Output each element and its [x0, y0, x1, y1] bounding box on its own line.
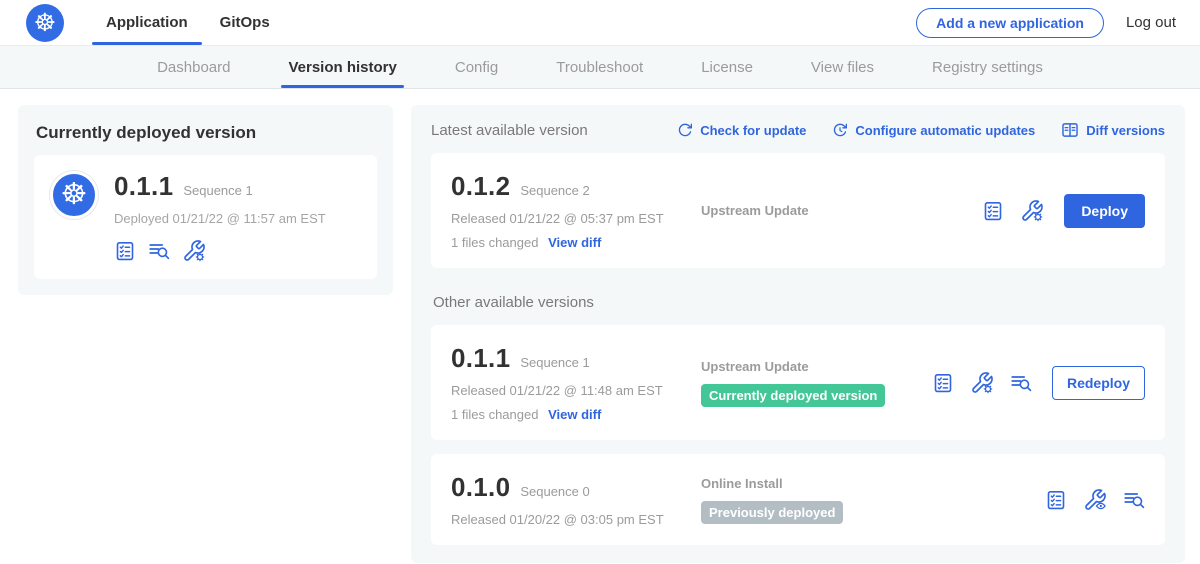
tab-gitops-label: GitOps	[220, 14, 270, 31]
currently-deployed-title: Currently deployed version	[36, 123, 377, 143]
edit-config-button[interactable]	[1020, 199, 1044, 223]
version-source: Upstream Update	[701, 359, 932, 374]
wrench-gear-icon	[970, 371, 994, 395]
deploy-button[interactable]: Deploy	[1064, 194, 1145, 228]
helm-wheel-icon: ☸	[34, 10, 56, 35]
files-changed-label: 1 files changed	[451, 407, 538, 422]
configure-automatic-updates-link[interactable]: Configure automatic updates	[832, 122, 1035, 138]
released-date: Released 01/21/22 @ 11:48 am EST	[451, 383, 701, 398]
text-search-icon	[148, 240, 170, 262]
subnav-troubleshoot[interactable]: Troubleshoot	[527, 46, 672, 88]
version-source: Online Install	[701, 476, 1045, 491]
top-bar-right: Add a new application Log out	[916, 0, 1176, 45]
view-diff-link[interactable]: View diff	[548, 235, 601, 250]
tab-application-label: Application	[106, 14, 188, 31]
checklist-icon	[982, 200, 1004, 222]
version-info: 0.1.2 Sequence 2 Released 01/21/22 @ 05:…	[451, 171, 701, 250]
view-files-button[interactable]	[148, 240, 170, 262]
version-info: 0.1.1 Sequence 1 Released 01/21/22 @ 11:…	[451, 343, 701, 422]
deployed-version-card: ☸ 0.1.1 Sequence 1 Deployed 01/21/22 @ 1…	[34, 155, 377, 279]
checklist-icon	[114, 240, 136, 262]
deployed-version-info: 0.1.1 Sequence 1 Deployed 01/21/22 @ 11:…	[114, 171, 326, 263]
checklist-icon	[1045, 489, 1067, 511]
version-info: 0.1.0 Sequence 0 Released 01/20/22 @ 03:…	[451, 472, 701, 527]
version-card-latest: 0.1.2 Sequence 2 Released 01/21/22 @ 05:…	[431, 153, 1165, 268]
preflight-checks-button[interactable]	[982, 200, 1004, 222]
versions-panel-header: Latest available version Check for updat…	[431, 121, 1165, 139]
sequence-label: Sequence 1	[520, 355, 589, 370]
edit-config-button[interactable]	[182, 239, 206, 263]
sequence-label: Sequence 2	[520, 183, 589, 198]
helm-wheel-icon: ☸	[61, 180, 88, 210]
configure-automatic-updates-label: Configure automatic updates	[855, 123, 1035, 138]
previously-deployed-badge: Previously deployed	[701, 501, 843, 524]
subnav-registry-settings[interactable]: Registry settings	[903, 46, 1072, 88]
preflight-checks-button[interactable]	[1045, 489, 1067, 511]
text-search-icon	[1123, 489, 1145, 511]
currently-deployed-badge: Currently deployed version	[701, 384, 885, 407]
app-logo: ☸	[50, 171, 98, 219]
add-application-button[interactable]: Add a new application	[916, 8, 1104, 38]
latest-available-title: Latest available version	[431, 122, 588, 139]
subnav-config[interactable]: Config	[426, 46, 527, 88]
logout-link[interactable]: Log out	[1126, 14, 1176, 31]
version-source-block: Upstream Update	[701, 203, 982, 218]
edit-config-button[interactable]	[970, 371, 994, 395]
refresh-icon	[677, 122, 693, 138]
released-date: Released 01/20/22 @ 03:05 pm EST	[451, 512, 701, 527]
app-tabs: Application GitOps	[90, 0, 286, 45]
version-actions: Check for update Configure automatic upd…	[677, 121, 1165, 139]
diff-columns-icon	[1061, 121, 1079, 139]
preflight-checks-button[interactable]	[932, 372, 954, 394]
view-files-button[interactable]	[1010, 372, 1032, 394]
view-diff-link[interactable]: View diff	[548, 407, 601, 422]
preflight-checks-button[interactable]	[114, 240, 136, 262]
wrench-gear-icon	[1020, 199, 1044, 223]
version-card-0-1-1: 0.1.1 Sequence 1 Released 01/21/22 @ 11:…	[431, 325, 1165, 440]
diff-versions-link[interactable]: Diff versions	[1061, 121, 1165, 139]
view-files-button[interactable]	[1123, 489, 1145, 511]
version-source-block: Upstream Update Currently deployed versi…	[701, 359, 932, 407]
version-history-panel: Latest available version Check for updat…	[411, 105, 1185, 563]
version-card-actions	[1045, 488, 1145, 512]
top-bar: ☸ Application GitOps Add a new applicati…	[0, 0, 1200, 46]
tab-gitops[interactable]: GitOps	[204, 0, 286, 45]
subnav-license[interactable]: License	[672, 46, 782, 88]
kubernetes-logo: ☸	[26, 4, 64, 42]
wrench-eye-icon	[1083, 488, 1107, 512]
subnav-view-files[interactable]: View files	[782, 46, 903, 88]
redeploy-button[interactable]: Redeploy	[1052, 366, 1145, 400]
sequence-label: Sequence 0	[520, 484, 589, 499]
tab-application[interactable]: Application	[90, 0, 204, 45]
subnav-version-history[interactable]: Version history	[259, 46, 425, 88]
admin-console: ☸ Application GitOps Add a new applicati…	[0, 0, 1200, 563]
diff-versions-label: Diff versions	[1086, 123, 1165, 138]
version-card-0-1-0: 0.1.0 Sequence 0 Released 01/20/22 @ 03:…	[431, 454, 1165, 545]
currently-deployed-panel: Currently deployed version ☸ 0.1.1 Seque…	[18, 105, 393, 295]
released-date: Released 01/21/22 @ 05:37 pm EST	[451, 211, 701, 226]
check-for-update-link[interactable]: Check for update	[677, 122, 806, 138]
wrench-gear-icon	[182, 239, 206, 263]
checklist-icon	[932, 372, 954, 394]
version-label: 0.1.0	[451, 472, 510, 503]
auto-update-clock-icon	[832, 122, 848, 138]
deployed-sequence-label: Sequence 1	[183, 183, 252, 198]
subnav-dashboard[interactable]: Dashboard	[128, 46, 259, 88]
deployed-date: Deployed 01/21/22 @ 11:57 am EST	[114, 211, 326, 226]
other-versions-title: Other available versions	[433, 294, 1165, 311]
version-source: Upstream Update	[701, 203, 982, 218]
version-source-block: Online Install Previously deployed	[701, 476, 1045, 524]
main-content: Currently deployed version ☸ 0.1.1 Seque…	[0, 89, 1200, 563]
files-changed-label: 1 files changed	[451, 235, 538, 250]
view-config-button[interactable]	[1083, 488, 1107, 512]
text-search-icon	[1010, 372, 1032, 394]
version-label: 0.1.2	[451, 171, 510, 202]
version-card-actions: Deploy	[982, 194, 1145, 228]
version-card-actions: Redeploy	[932, 366, 1145, 400]
app-subnav: Dashboard Version history Config Trouble…	[0, 46, 1200, 89]
version-label: 0.1.1	[451, 343, 510, 374]
check-for-update-label: Check for update	[700, 123, 806, 138]
deployed-version-label: 0.1.1	[114, 171, 173, 202]
